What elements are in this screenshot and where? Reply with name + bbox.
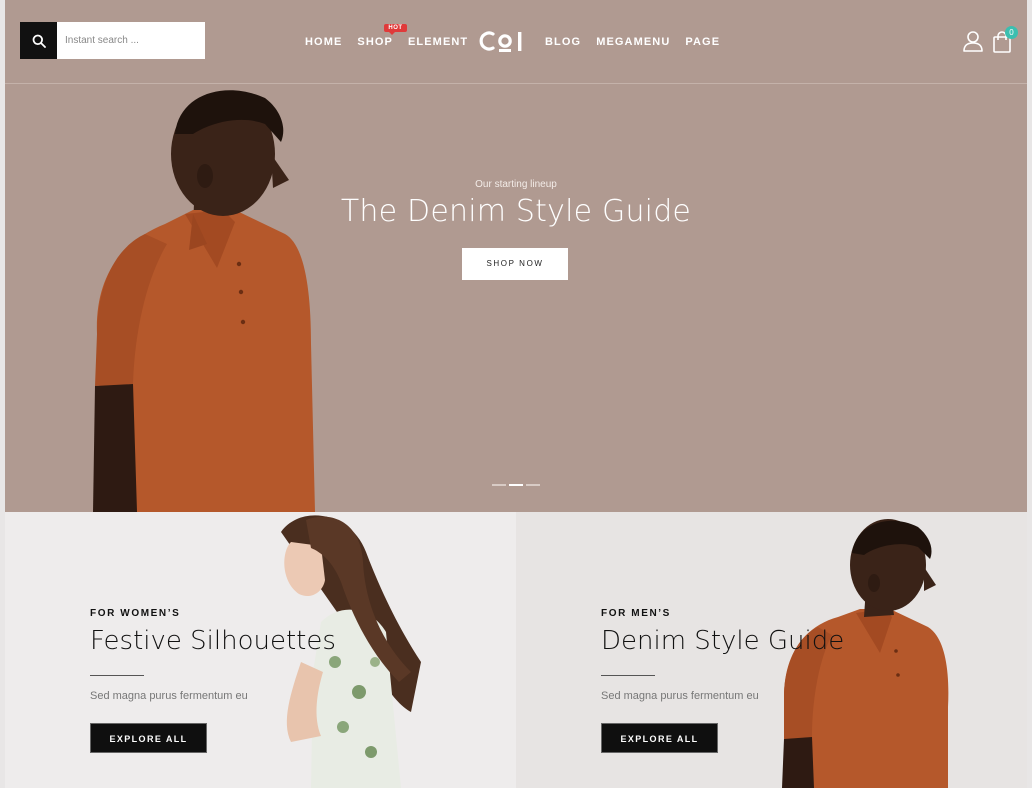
hero-title: The Denim Style Guide (340, 194, 692, 229)
panel-description: Sed magna purus fermentum eu (601, 690, 759, 702)
panel-title: Festive Silhouettes (90, 626, 336, 656)
nav-home[interactable]: HOME (305, 36, 342, 48)
slider-dot[interactable] (509, 484, 523, 486)
site-logo[interactable] (479, 28, 527, 54)
promo-panel-women: FOR WOMEN’S Festive Silhouettes Sed magn… (5, 512, 516, 788)
cart-count-badge: 0 (1005, 26, 1018, 39)
nav-blog[interactable]: BLOG (545, 36, 581, 48)
panel-title: Denim Style Guide (601, 626, 845, 656)
nav-shop[interactable]: SHOP HOT (357, 24, 407, 48)
slider-pagination (492, 484, 540, 486)
nav-page[interactable]: PAGE (685, 36, 720, 48)
promo-panels: FOR WOMEN’S Festive Silhouettes Sed magn… (5, 512, 1027, 788)
panel-eyebrow: FOR WOMEN’S (90, 608, 181, 619)
page-frame: HOME SHOP HOT ELEMENT BLOG MEGAMENU PAGE (5, 0, 1027, 788)
search-icon (32, 34, 46, 48)
hero-slider: Our starting lineup The Denim Style Guid… (5, 84, 1027, 512)
hero-subtitle: Our starting lineup (475, 179, 557, 190)
slider-dot[interactable] (526, 484, 540, 486)
hero-model-image (93, 90, 315, 512)
panel-divider (601, 675, 655, 676)
search-input[interactable] (57, 22, 205, 59)
panel-divider (90, 675, 144, 676)
site-header: HOME SHOP HOT ELEMENT BLOG MEGAMENU PAGE (5, 0, 1027, 84)
nav-element[interactable]: ELEMENT (408, 36, 468, 48)
nav-shop-label: SHOP (357, 36, 393, 48)
search-button[interactable] (20, 22, 57, 59)
explore-all-button[interactable]: EXPLORE ALL (601, 723, 718, 753)
main-nav-right: BLOG MEGAMENU PAGE (545, 36, 735, 48)
hot-badge: HOT (384, 24, 407, 35)
user-icon[interactable] (962, 30, 984, 52)
slider-dot[interactable] (492, 484, 506, 486)
shop-now-button[interactable]: SHOP NOW (462, 248, 568, 280)
panel-eyebrow: FOR MEN’S (601, 608, 671, 619)
main-nav-left: HOME SHOP HOT ELEMENT (305, 24, 483, 48)
search-bar (20, 22, 205, 59)
nav-megamenu[interactable]: MEGAMENU (596, 36, 670, 48)
promo-panel-men: FOR MEN’S Denim Style Guide Sed magna pu… (516, 512, 1027, 788)
panel-description: Sed magna purus fermentum eu (90, 690, 248, 702)
explore-all-button[interactable]: EXPLORE ALL (90, 723, 207, 753)
